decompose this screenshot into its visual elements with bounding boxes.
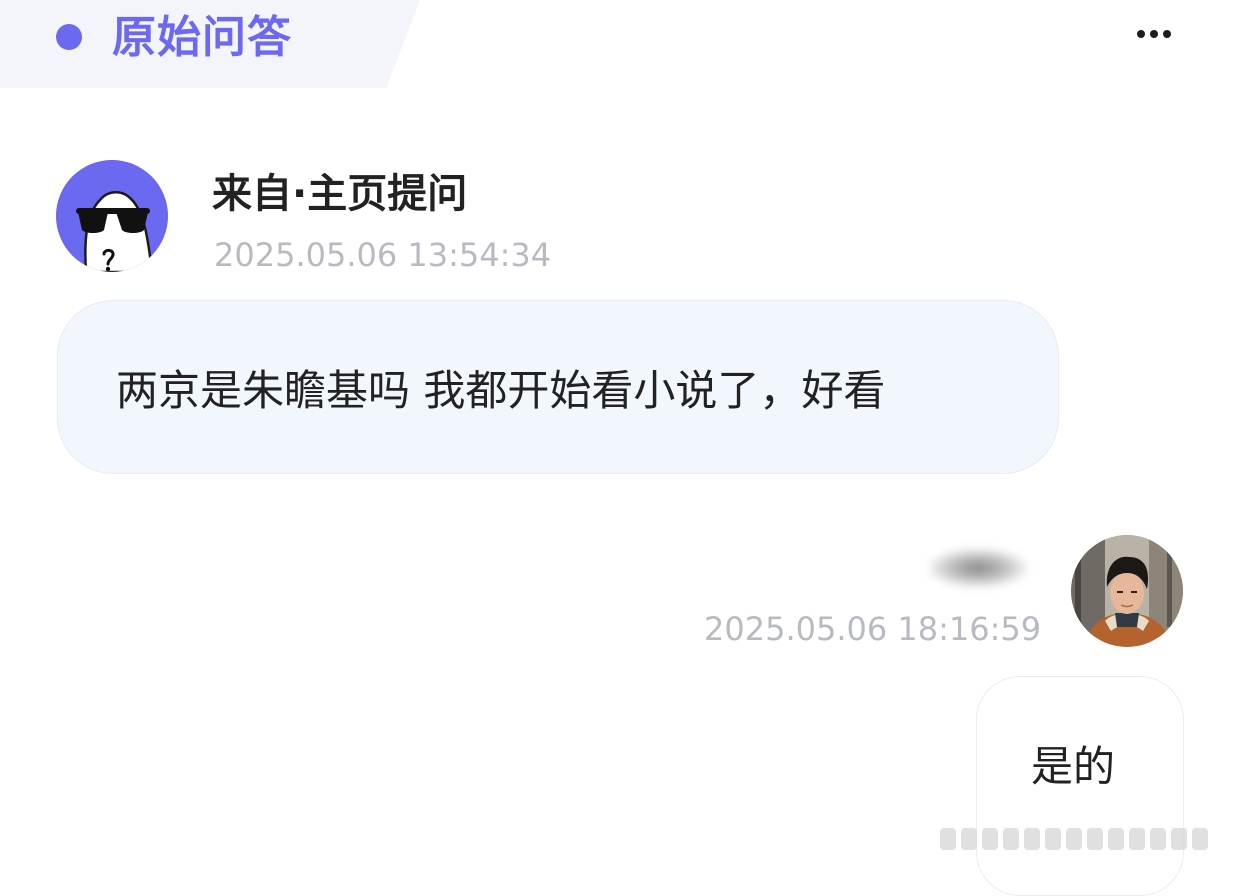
watermark-block	[1192, 828, 1208, 850]
more-dot	[1163, 30, 1171, 38]
question-text: 两京是朱瞻基吗 我都开始看小说了，好看	[116, 366, 886, 415]
watermark-block	[1108, 828, 1124, 850]
asker-name: 来自·主页提问	[212, 171, 468, 217]
watermark-block	[940, 828, 956, 850]
watermark-block	[1066, 828, 1082, 850]
question-timestamp: 2025.05.06 13:54:34	[214, 236, 552, 274]
more-dot	[1137, 30, 1145, 38]
more-options-button[interactable]	[1122, 18, 1186, 50]
page-title: 原始问答	[112, 12, 292, 63]
answer-bubble: 是的	[976, 676, 1184, 896]
question-bubble: 两京是朱瞻基吗 我都开始看小说了，好看	[57, 300, 1059, 474]
answerer-avatar[interactable]	[1071, 535, 1183, 647]
header-dot-icon	[56, 24, 82, 50]
answer-timestamp: 2025.05.06 18:16:59	[704, 610, 1042, 648]
watermark-block	[1171, 828, 1187, 850]
watermark-block	[982, 828, 998, 850]
watermark-strip	[940, 826, 1230, 852]
more-dot	[1150, 30, 1158, 38]
answerer-name-redacted	[928, 548, 1028, 588]
watermark-block	[1150, 828, 1166, 850]
watermark-block	[1129, 828, 1145, 850]
watermark-block	[1045, 828, 1061, 850]
anonymous-sunglasses-icon	[56, 160, 168, 272]
asker-avatar[interactable]	[56, 160, 168, 272]
watermark-block	[1087, 828, 1103, 850]
watermark-block	[1024, 828, 1040, 850]
watermark-block	[961, 828, 977, 850]
watermark-block	[1003, 828, 1019, 850]
user-photo-icon	[1071, 535, 1183, 647]
answer-text: 是的	[1031, 742, 1116, 791]
